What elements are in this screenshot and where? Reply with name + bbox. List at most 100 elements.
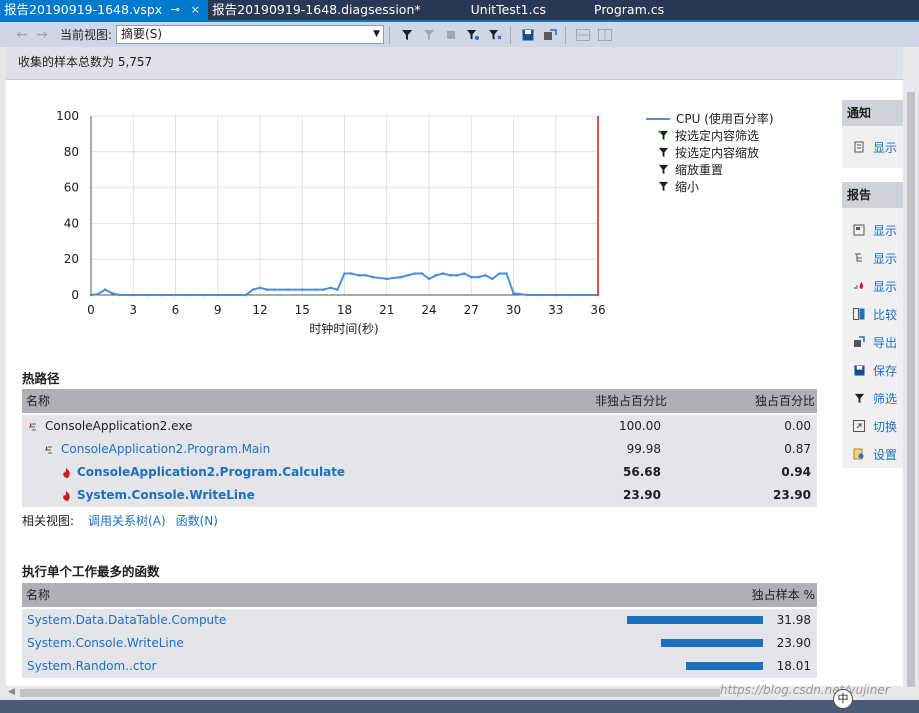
row-name[interactable]: System.Console.WriteLine [77,484,255,507]
row-name[interactable]: ConsoleApplication2.Program.Calculate [77,461,345,484]
notify-show-link[interactable]: 显示 [842,126,903,168]
function-name[interactable]: System.Data.DataTable.Compute [27,609,226,632]
function-name[interactable]: System.Console.WriteLine [27,632,184,655]
x-tick-label: 9 [214,303,222,317]
close-icon[interactable]: × [188,0,202,20]
status-bar [0,700,919,713]
ime-indicator[interactable]: 中 [833,689,853,709]
top-functions-grid: System.Data.DataTable.Compute 31.98 Syst… [22,609,817,678]
toolbar-separator [389,25,391,44]
table-row[interactable]: ConsoleApplication2.Program.Main 99.98 0… [22,438,817,461]
cpu-data-point [131,293,135,297]
cpu-data-point [484,274,487,277]
cpu-data-point [357,274,360,277]
scroll-thumb[interactable] [907,92,915,687]
scroll-left-icon[interactable]: ◀ [8,687,15,697]
cpu-data-point [286,288,290,291]
switch-icon [852,419,866,433]
report-settings-link[interactable]: 设置 [842,440,903,468]
function-row[interactable]: System.Data.DataTable.Compute 31.98 [22,609,817,632]
row-name: ConsoleApplication2.exe [45,419,193,433]
related-views-label: 相关视图: [22,514,75,528]
report-title: 报告 [842,182,903,208]
cpu-data-point [322,288,325,291]
layout-rows-icon[interactable] [573,25,593,45]
tab-program-cs[interactable]: Program.cs [566,0,684,20]
stop-icon[interactable] [441,25,461,45]
pin-icon[interactable]: ⊸ [168,0,182,20]
y-tick-label: 60 [64,181,79,195]
tab-unittest1[interactable]: UnitTest1.cs [427,0,566,20]
flame-icon [60,490,72,502]
back-icon[interactable]: ← [12,27,32,43]
filter-clear-icon[interactable] [485,25,505,45]
function-row[interactable]: System.Random..ctor 18.01 [22,655,817,678]
vertical-scrollbar[interactable] [903,47,919,687]
col-name[interactable]: 名称 [26,389,50,413]
x-tick-label: 30 [506,303,521,317]
report-save-link[interactable]: 保存 [842,356,903,384]
cpu-data-point [512,291,515,295]
flame-icon [852,279,866,293]
cpu-usage-chart[interactable]: 0 3 6 9 12 15 18 21 24 27 30 33 36020406080100 时钟时间(… [6,80,646,350]
function-row[interactable]: System.Console.WriteLine 23.90 [22,632,817,655]
function-bar [686,662,763,670]
command-label: 按选定内容筛选 [675,129,760,143]
filter-icon[interactable] [397,25,417,45]
table-row[interactable]: ConsoleApplication2.Program.Calculate 56… [22,461,817,484]
export-icon[interactable] [540,25,560,45]
layout-columns-icon[interactable] [595,25,615,45]
filter-by-selection-command[interactable]: 按选定内容筛选 [658,127,774,144]
zoom-reset-command[interactable]: 缩放重置 [658,161,774,178]
col-inclusive[interactable]: 非独占百分比 [595,389,667,413]
top-functions-header: 名称 独占样本 % [22,583,817,607]
col-exclusive[interactable]: 独占百分比 [755,389,815,413]
top-functions-title: 执行单个工作最多的函数 [22,564,160,579]
actions-panel: 通知 显示 报告 显示 显示 显示 比较 导出 保存 筛选 切换 设置 [842,100,903,480]
flame-icon [60,467,72,479]
call-tree-link[interactable]: 调用关系树(A) [88,512,166,529]
cpu-data-point [146,293,149,297]
row-name[interactable]: ConsoleApplication2.Program.Main [61,438,270,461]
tab-label: UnitTest1.cs [470,2,546,17]
report-filter-link[interactable]: 筛选 [842,384,903,412]
report-compare-link[interactable]: 比较 [842,300,903,328]
col-name[interactable]: 名称 [26,583,50,607]
save-icon[interactable] [518,25,538,45]
legend-cpu[interactable]: CPU (使用百分率) [646,110,774,127]
function-bar [627,616,763,624]
x-tick-label: 27 [464,303,479,317]
row-inclusive: 56.68 [623,465,661,479]
report-export-link[interactable]: 导出 [842,328,903,356]
cpu-data-point [300,288,304,291]
function-name[interactable]: System.Random..ctor [27,655,156,678]
y-tick-label: 100 [56,109,79,123]
tab-label: 报告20190919-1648.diagsession* [212,2,421,17]
cpu-data-point [469,275,473,279]
functions-link[interactable]: 函数(N) [176,512,218,529]
filter-icon [658,130,669,141]
report-filter-label: 筛选 [873,391,898,406]
tab-label: Program.cs [594,2,665,17]
filter-zoom-icon[interactable] [463,25,483,45]
report-show-link[interactable]: 显示 [842,272,903,300]
cpu-data-point [230,293,234,297]
col-exclusive-samples[interactable]: 独占样本 % [752,583,815,607]
report-show-link[interactable]: 显示 [842,244,903,272]
scroll-thumb[interactable] [20,689,720,697]
tab-report-vspx[interactable]: 报告20190919-1648.vspx ⊸ × [0,0,209,20]
report-switch-link[interactable]: 切换 [842,412,903,440]
current-view-select[interactable]: 摘要(S) ▼ [116,25,385,44]
cpu-data-point [476,275,480,279]
report-show-link[interactable]: 显示 [842,216,903,244]
document-icon [852,140,866,154]
forward-icon[interactable]: → [32,27,52,43]
tree-icon [852,251,866,265]
zoom-to-selection-command[interactable]: 按选定内容缩放 [658,144,774,161]
tab-report-diagsession[interactable]: 报告20190919-1648.diagsession* [208,0,426,20]
zoom-out-command[interactable]: 缩小 [658,178,774,195]
filter-disabled-icon[interactable] [419,25,439,45]
sample-count-text: 收集的样本总数为 5,757 [18,55,153,69]
table-row[interactable]: System.Console.WriteLine 23.90 23.90 [22,484,817,507]
table-row[interactable]: ConsoleApplication2.exe 100.00 0.00 [22,415,817,438]
